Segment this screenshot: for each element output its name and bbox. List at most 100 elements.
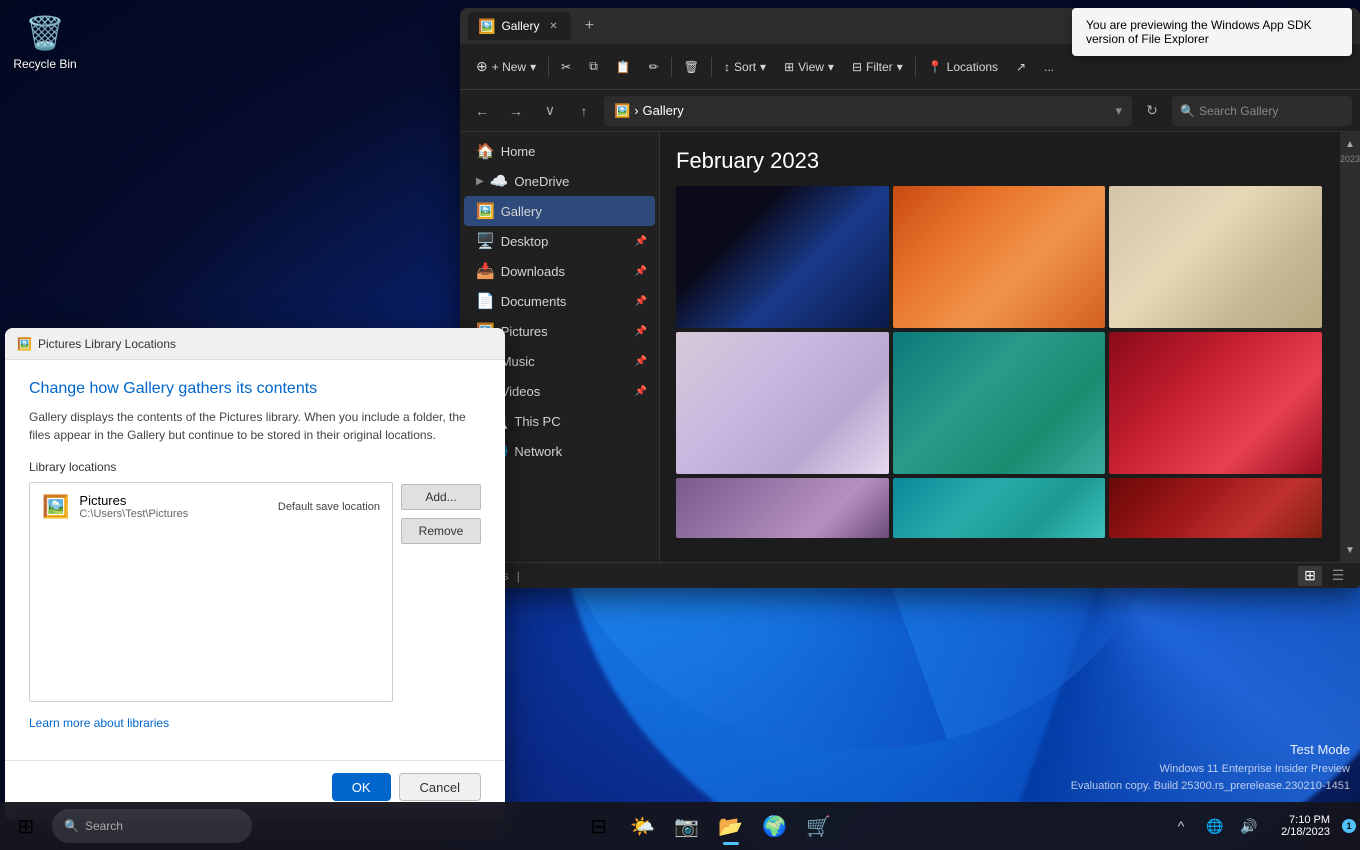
new-chevron-icon: ▾	[530, 60, 536, 74]
share-button[interactable]: ↗	[1008, 51, 1034, 83]
scroll-up-button[interactable]: ▲	[1342, 136, 1358, 152]
status-separator: |	[517, 569, 520, 583]
copy-button[interactable]: ⧉	[581, 51, 606, 83]
sidebar-item-downloads[interactable]: 📥 Downloads 📌	[464, 256, 655, 286]
sidebar-item-documents[interactable]: 📄 Documents 📌	[464, 286, 655, 316]
onedrive-icon: ☁️	[490, 172, 509, 190]
address-path[interactable]: 🖼️ › Gallery ▾	[604, 96, 1132, 126]
library-pictures-item[interactable]: 🖼️ Pictures C:\Users\Test\Pictures Defau…	[34, 487, 388, 526]
cancel-button[interactable]: Cancel	[399, 773, 481, 801]
gallery-item-6[interactable]	[1109, 332, 1322, 474]
desktop: 🗑️ Recycle Bin You are previewing the Wi…	[0, 0, 1360, 850]
gallery-item-5[interactable]	[893, 332, 1106, 474]
sidebar-item-home[interactable]: 🏠 Home	[464, 136, 655, 166]
locations-label: Locations	[947, 60, 998, 74]
taskbar-edge[interactable]: 🌍	[755, 804, 795, 848]
rename-icon: ✏	[649, 60, 659, 74]
view-toggle: ⊞ ☰	[1298, 566, 1350, 586]
taskbar-clock[interactable]: 7:10 PM 2/18/2023	[1273, 814, 1338, 838]
search-box[interactable]: 🔍 Search Gallery	[1172, 96, 1352, 126]
detail-view-button[interactable]: ☰	[1326, 566, 1350, 586]
search-placeholder: Search Gallery	[1199, 104, 1278, 118]
cut-button[interactable]: ✂	[553, 51, 579, 83]
delete-button[interactable]: 🗑	[676, 51, 707, 83]
system-text-line1: Windows 11 Enterprise Insider Preview	[1071, 761, 1350, 779]
tray-chevron-icon[interactable]: ^	[1165, 810, 1197, 842]
taskbar: ⊞ 🔍 Search ⊟ 🌤️ 📷 📂 🌍 🛒 ^ 🌐 🔊 7:10 PM 2/…	[0, 802, 1360, 850]
ok-button[interactable]: OK	[332, 773, 391, 801]
taskbar-store[interactable]: 🛒	[799, 804, 839, 848]
gallery-item-4[interactable]	[676, 332, 889, 474]
tray-volume-icon[interactable]: 🔊	[1233, 810, 1265, 842]
sidebar-onedrive-label: OneDrive	[514, 174, 569, 189]
separator-3	[711, 57, 712, 77]
desktop-icon: 🖥️	[476, 232, 495, 250]
refresh-button[interactable]: ↻	[1138, 97, 1166, 125]
learn-more-link[interactable]: Learn more about libraries	[29, 716, 169, 730]
gallery-item-9[interactable]	[1109, 478, 1322, 538]
filter-chevron-icon: ▾	[897, 60, 903, 74]
share-icon: ↗	[1016, 60, 1026, 74]
lib-item-tag: Default save location	[278, 501, 380, 513]
view-button[interactable]: ⊞ View ▾	[776, 51, 842, 83]
new-button[interactable]: ⊕ + New ▾	[468, 51, 544, 83]
rename-button[interactable]: ✏	[641, 51, 667, 83]
back-button[interactable]: ←	[468, 97, 496, 125]
grid-view-button[interactable]: ⊞	[1298, 566, 1322, 586]
taskbar-file-explorer[interactable]: 📂	[711, 804, 751, 848]
gallery-item-8[interactable]	[893, 478, 1106, 538]
forward-button[interactable]: →	[502, 97, 530, 125]
delete-icon: 🗑	[684, 60, 699, 74]
new-label: + New	[492, 60, 526, 74]
lib-item-info: Pictures C:\Users\Test\Pictures	[79, 493, 267, 520]
locations-button[interactable]: 📍 Locations	[920, 51, 1006, 83]
recycle-bin-image: 🗑️	[25, 10, 65, 55]
gallery-item-1[interactable]	[676, 186, 889, 328]
separator-4	[915, 57, 916, 77]
clock-time: 7:10 PM	[1289, 814, 1330, 826]
dropdown-button[interactable]: ∨	[536, 97, 564, 125]
dialog-description: Gallery displays the contents of the Pic…	[29, 408, 481, 444]
sidebar-network-label: Network	[514, 444, 562, 459]
documents-icon: 📄	[476, 292, 495, 310]
sort-chevron-icon: ▾	[760, 60, 766, 74]
paste-button[interactable]: 📋	[608, 51, 639, 83]
recycle-bin-icon[interactable]: 🗑️ Recycle Bin	[10, 10, 80, 71]
taskbar-search-icon: 🔍	[64, 819, 79, 833]
status-bar: 0 items | ⊞ ☰	[460, 562, 1360, 588]
sort-button[interactable]: ↕ Sort ▾	[716, 51, 774, 83]
notification-badge[interactable]: 1	[1342, 819, 1356, 833]
new-tab-button[interactable]: +	[575, 12, 603, 40]
gallery-item-3[interactable]	[1109, 186, 1322, 328]
lib-item-path: C:\Users\Test\Pictures	[79, 508, 267, 520]
year-scrollbar: ▲ 2023 ▼	[1340, 132, 1360, 562]
add-location-button[interactable]: Add...	[401, 484, 481, 510]
gallery-item-2[interactable]	[893, 186, 1106, 328]
remove-location-button[interactable]: Remove	[401, 518, 481, 544]
file-explorer-window: 🖼️ Gallery ✕ + — □ ✕ ⊕ + New ▾ ✂ ⧉	[460, 8, 1360, 588]
sidebar-music-label: Music	[501, 354, 535, 369]
library-locations-dialog: 🖼️ Pictures Library Locations Change how…	[5, 328, 505, 821]
filter-button[interactable]: ⊟ Filter ▾	[844, 51, 911, 83]
sidebar-item-gallery[interactable]: 🖼️ Gallery	[464, 196, 655, 226]
taskbar-widgets[interactable]: 🌤️	[623, 804, 663, 848]
more-button[interactable]: ...	[1036, 51, 1062, 83]
sidebar-videos-label: Videos	[501, 384, 541, 399]
sidebar-item-onedrive[interactable]: ▶ ☁️ OneDrive	[464, 166, 655, 196]
gallery-grid	[676, 186, 1322, 538]
taskbar-task-view[interactable]: ⊟	[579, 804, 619, 848]
tray-network-icon[interactable]: 🌐	[1199, 810, 1231, 842]
documents-pin-icon: 📌	[635, 296, 647, 307]
sidebar-item-desktop[interactable]: 🖥️ Desktop 📌	[464, 226, 655, 256]
lib-item-name: Pictures	[79, 493, 267, 508]
up-button[interactable]: ↑	[570, 97, 598, 125]
scroll-down-button[interactable]: ▼	[1342, 542, 1358, 558]
taskbar-search[interactable]: 🔍 Search	[52, 809, 252, 843]
gallery-tab[interactable]: 🖼️ Gallery ✕	[468, 12, 571, 40]
taskbar-camera[interactable]: 📷	[667, 804, 707, 848]
start-button[interactable]: ⊞	[4, 804, 48, 848]
test-mode-label: Test Mode	[1071, 740, 1350, 761]
gallery-item-7[interactable]	[676, 478, 889, 538]
tab-close-button[interactable]: ✕	[545, 18, 561, 34]
path-dropdown-icon: ▾	[1115, 103, 1122, 119]
